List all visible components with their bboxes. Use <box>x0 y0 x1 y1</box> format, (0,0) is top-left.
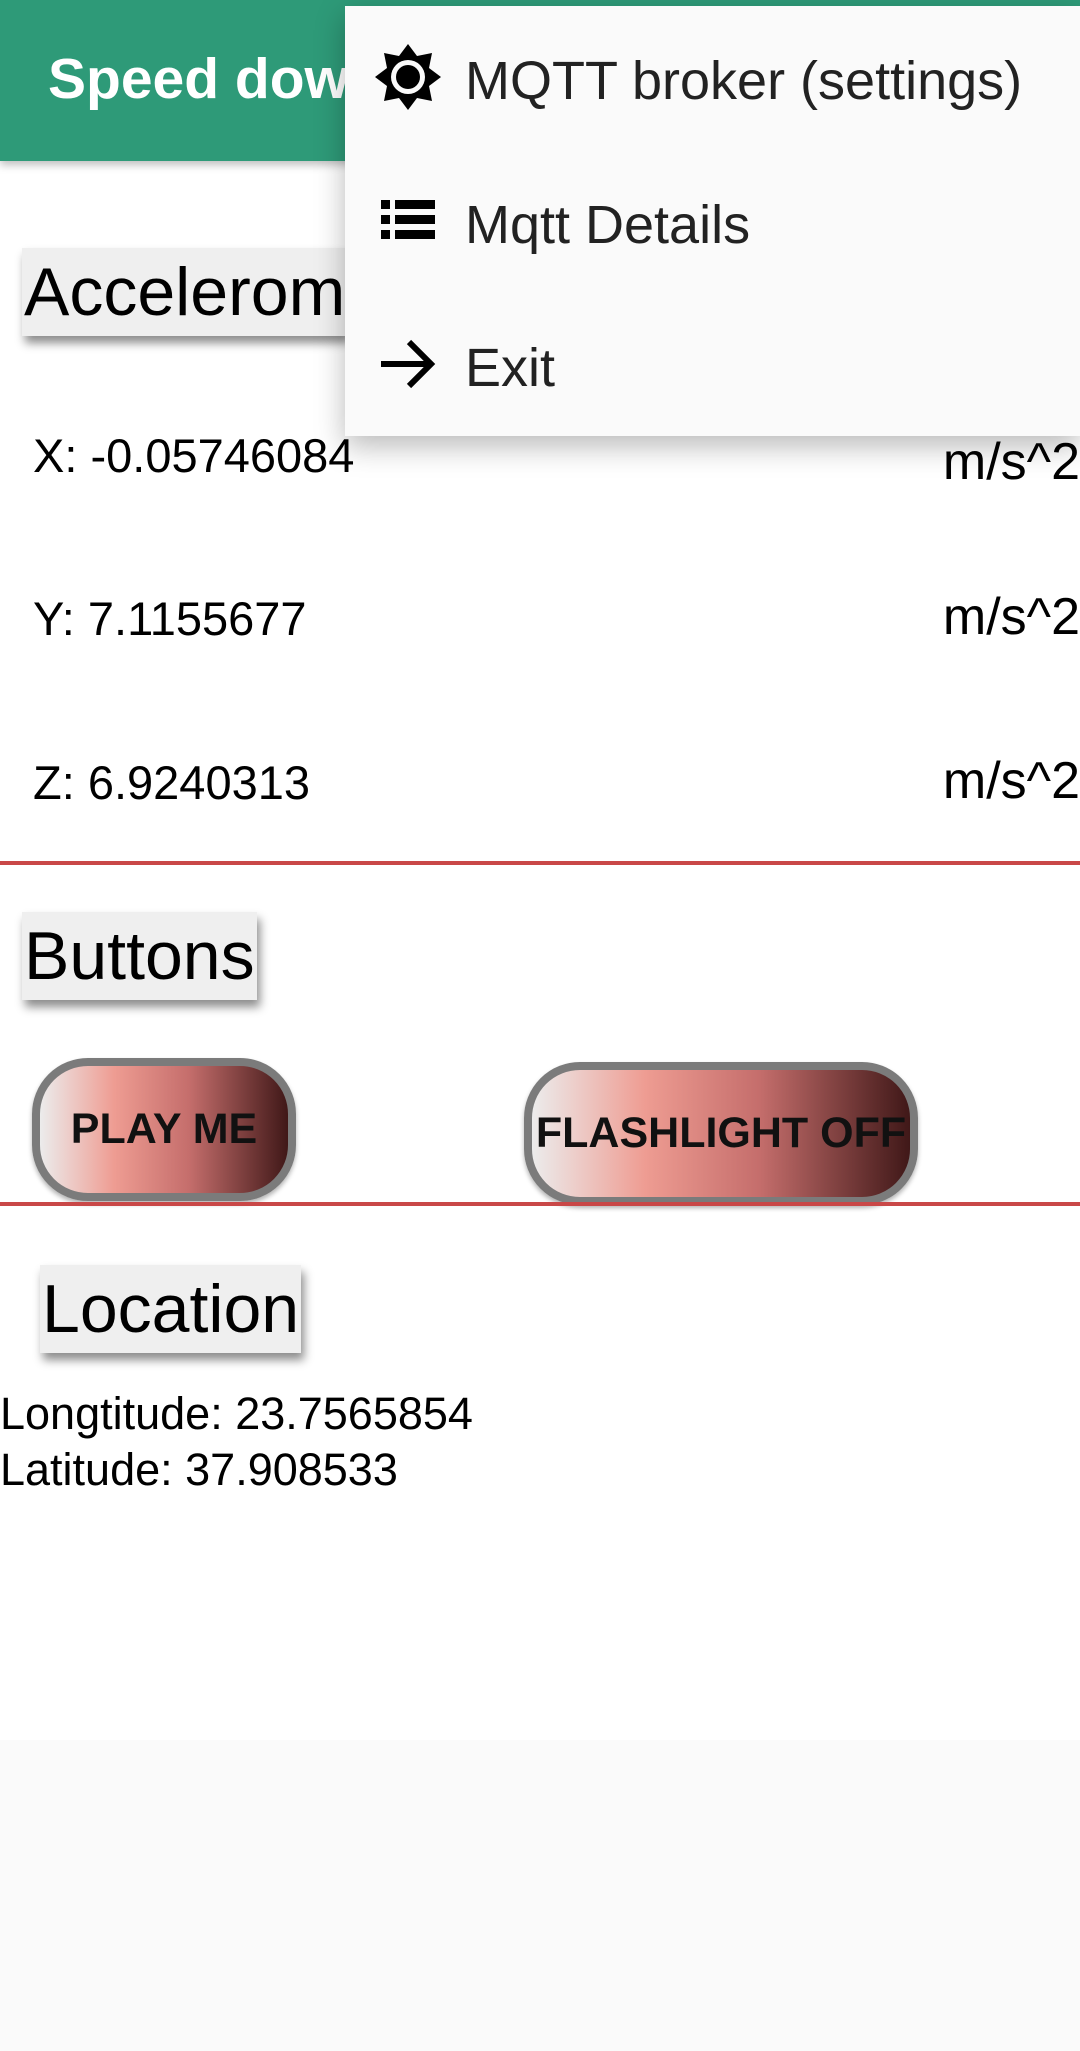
play-me-button[interactable]: PLAY ME <box>32 1058 296 1201</box>
latitude-value: Latitude: 37.908533 <box>0 1444 398 1495</box>
accel-y-unit: m/s^2 <box>942 588 1080 646</box>
list-icon <box>381 200 435 239</box>
accelerometer-label: Accelerom <box>22 248 348 336</box>
menu-item-label: Mqtt Details <box>465 195 751 255</box>
menu-item-label: Exit <box>465 338 556 398</box>
brightness-icon <box>375 44 441 110</box>
app-title: Speed dow <box>48 47 349 111</box>
buttons-label: Buttons <box>22 912 257 1000</box>
accel-z-value: Z: 6.9240313 <box>33 756 310 809</box>
accel-x-unit: m/s^2 <box>942 433 1080 491</box>
play-me-button-label: PLAY ME <box>70 1105 258 1153</box>
flashlight-button-label: FLASHLIGHT OFF <box>535 1109 907 1157</box>
arrow-right-icon <box>381 339 436 389</box>
accel-y-value: Y: 7.1155677 <box>33 592 307 645</box>
accel-z-unit: m/s^2 <box>942 752 1080 810</box>
section-divider <box>0 861 1080 865</box>
accel-x-value: X: -0.05746084 <box>33 429 355 482</box>
section-divider <box>0 1202 1080 1206</box>
menu-item-mqtt-broker-settings[interactable]: MQTT broker (settings) <box>345 6 1080 149</box>
flashlight-button[interactable]: FLASHLIGHT OFF <box>524 1062 918 1205</box>
location-label: Location <box>40 1265 302 1353</box>
menu-item-label: MQTT broker (settings) <box>465 51 1023 111</box>
menu-item-exit[interactable]: Exit <box>345 293 1080 436</box>
longitude-value: Longtitude: 23.7565854 <box>0 1388 473 1439</box>
overflow-menu: MQTT broker (settings) Mqtt Details Exit <box>345 6 1080 436</box>
menu-item-mqtt-details[interactable]: Mqtt Details <box>345 150 1080 293</box>
